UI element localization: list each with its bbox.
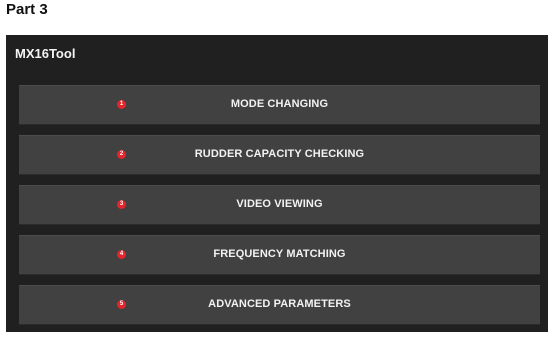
menu-item-label: VIDEO VIEWING xyxy=(236,198,323,210)
frequency-matching-button[interactable]: 4 FREQUENCY MATCHING xyxy=(19,235,540,275)
menu-item-label: ADVANCED PARAMETERS xyxy=(208,298,351,310)
advanced-parameters-button[interactable]: 5 ADVANCED PARAMETERS xyxy=(19,285,540,325)
menu-item-label: MODE CHANGING xyxy=(230,98,329,110)
rudder-capacity-checking-button[interactable]: 2 RUDDER CAPACITY CHECKING xyxy=(19,135,540,175)
page-heading: Part 3 xyxy=(6,1,48,18)
menu-list: 1 MODE CHANGING 2 RUDDER CAPACITY CHECKI… xyxy=(19,85,540,325)
app-window: MX16Tool 1 MODE CHANGING 2 RUDDER CAPACI… xyxy=(6,35,548,332)
menu-item-label: RUDDER CAPACITY CHECKING xyxy=(194,148,365,160)
app-title: MX16Tool xyxy=(15,46,76,61)
video-viewing-button[interactable]: 3 VIDEO VIEWING xyxy=(19,185,540,225)
menu-item-label: FREQUENCY MATCHING xyxy=(213,248,346,260)
mode-changing-button[interactable]: 1 MODE CHANGING xyxy=(19,85,540,125)
